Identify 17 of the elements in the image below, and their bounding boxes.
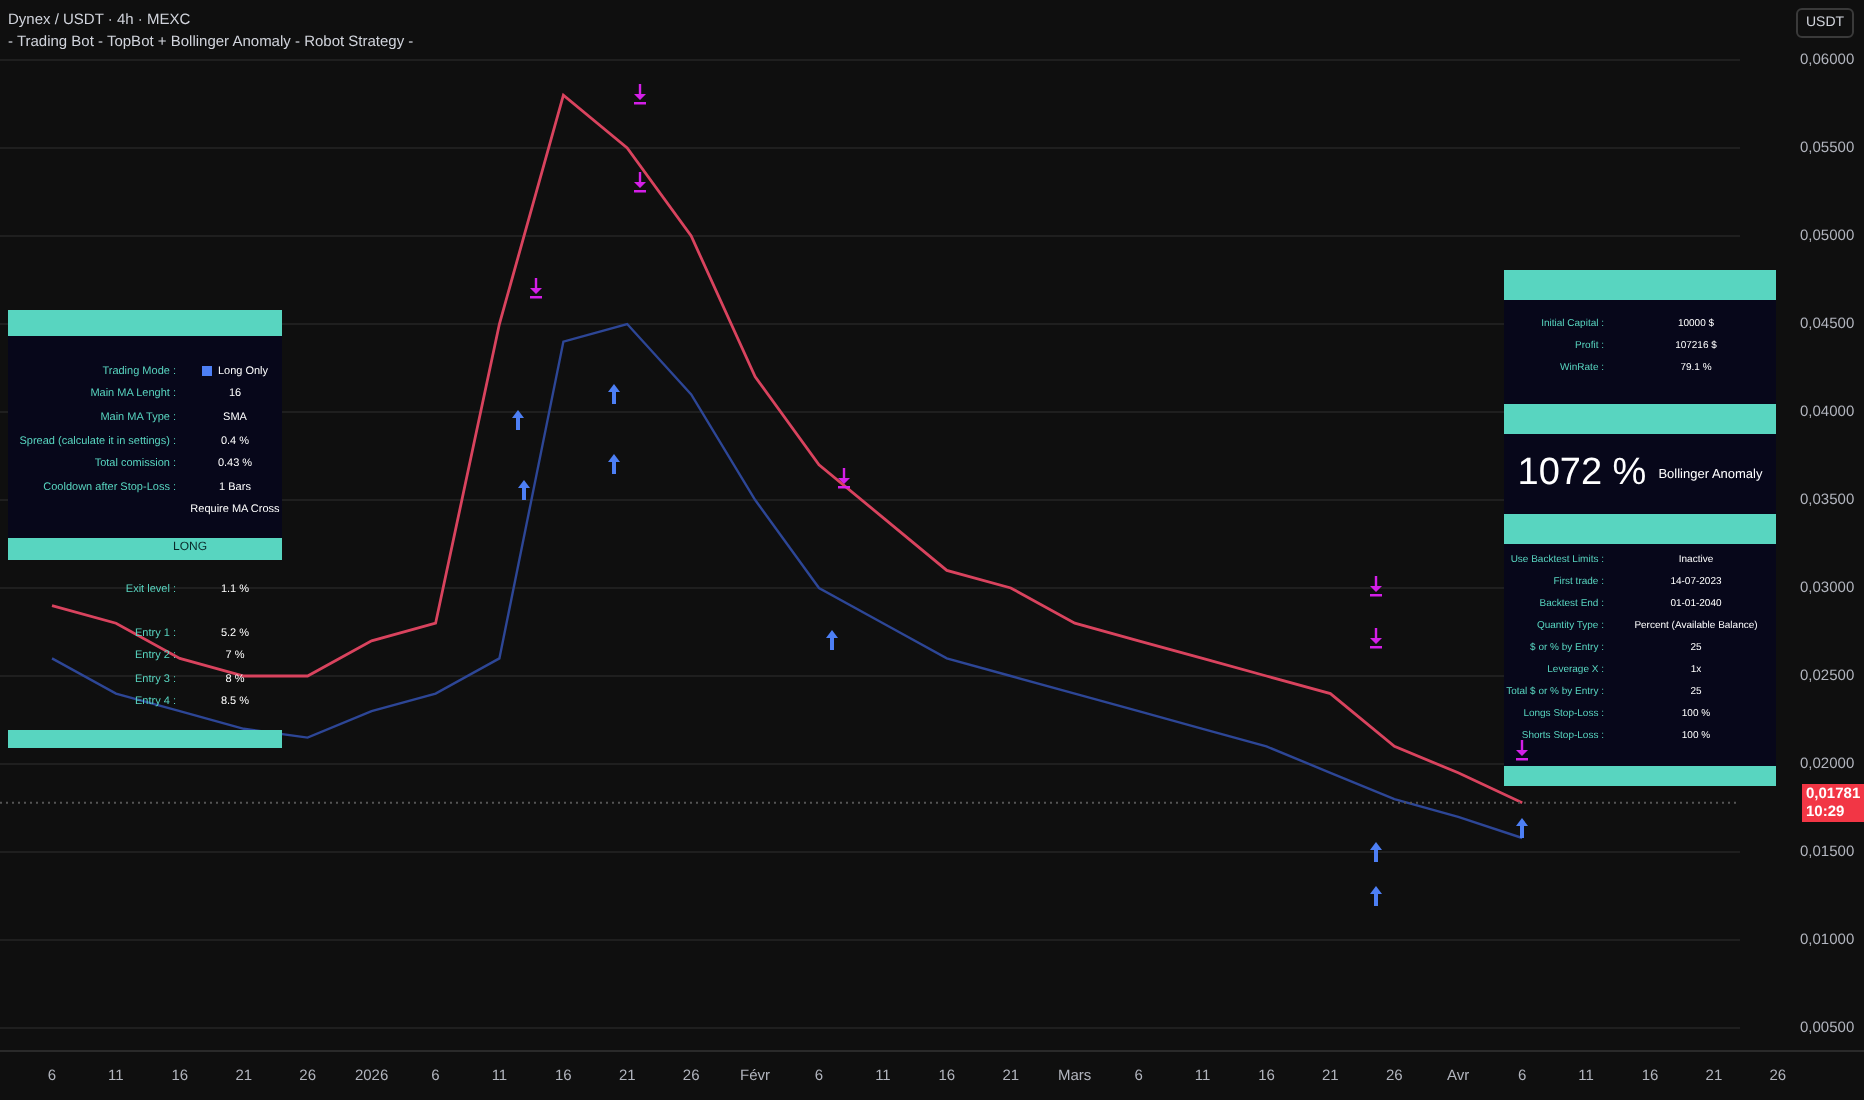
down-arrow-icon [1370,576,1382,597]
up-arrow-icon [512,410,524,430]
return-value: 1072 % [1517,452,1647,496]
down-arrow-icon [1516,740,1528,761]
up-arrow-icon [826,630,838,650]
mode-swatch-icon [201,366,212,377]
up-arrow-icon [1370,842,1382,862]
down-arrow-icon [634,84,646,105]
up-arrow-icon [1370,886,1382,906]
up-arrow-icon [608,384,620,404]
up-arrow-icon [518,480,530,500]
up-arrow-icon [608,454,620,474]
down-arrow-icon [530,278,542,299]
down-arrow-icon [1370,628,1382,649]
down-arrow-icon [838,468,850,489]
down-arrow-icon [634,172,646,193]
up-arrow-icon [1516,818,1528,838]
